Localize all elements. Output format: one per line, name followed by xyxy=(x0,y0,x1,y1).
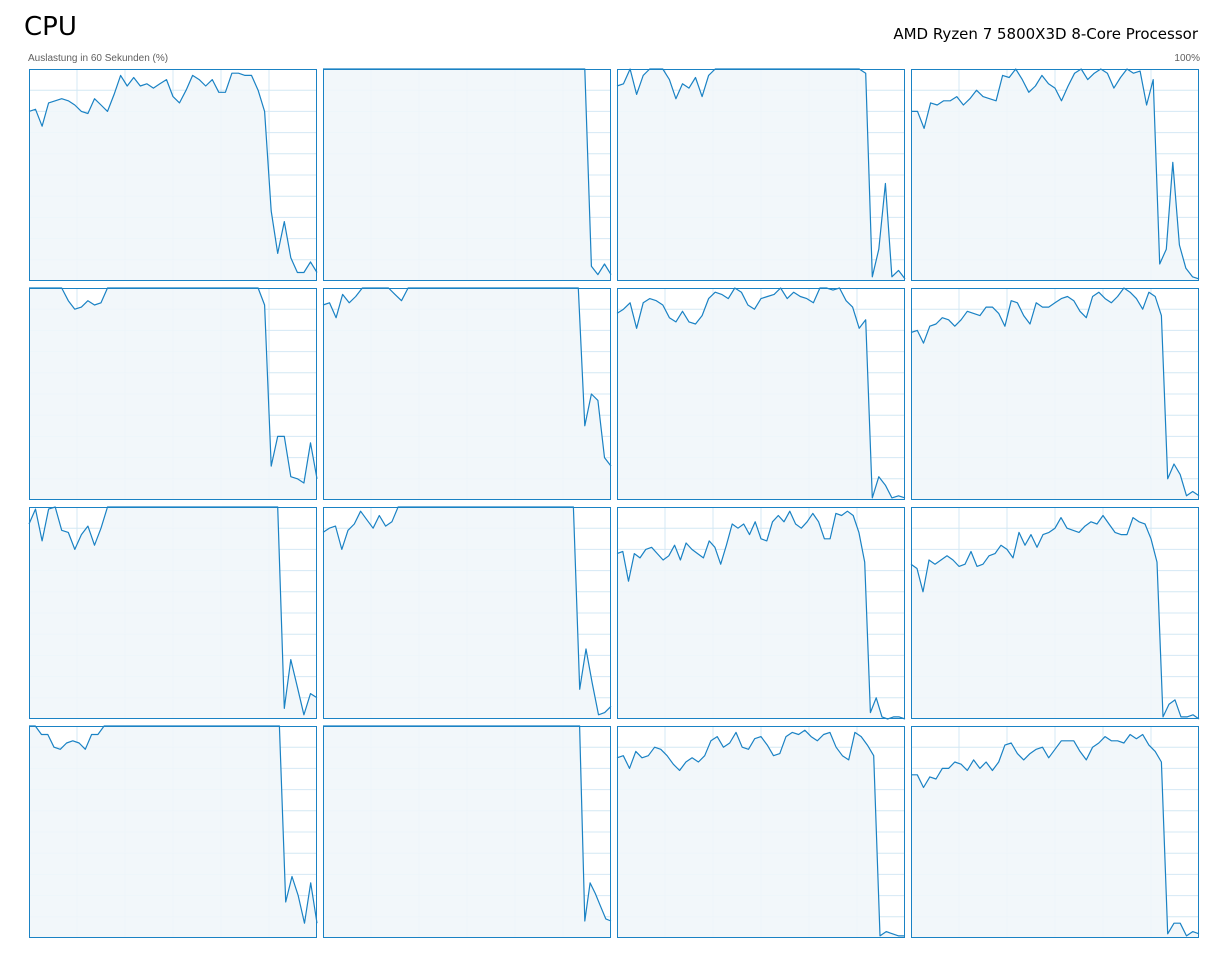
utilization-area xyxy=(29,726,317,938)
core-graph-7 xyxy=(910,287,1200,500)
core-graph-15 xyxy=(911,726,1200,938)
core-graph-4 xyxy=(29,287,318,500)
core-graph-5 xyxy=(322,287,612,500)
core-graph-14 xyxy=(616,726,905,938)
cpu-core-grid xyxy=(28,68,1200,938)
core-graph-10 xyxy=(616,507,906,720)
core-graph-13 xyxy=(323,725,612,938)
core-graph-8 xyxy=(28,506,318,719)
utilization-area xyxy=(323,726,611,938)
utilization-area xyxy=(323,288,611,500)
core-graph-11 xyxy=(910,507,1200,720)
utilization-area xyxy=(617,730,905,938)
core-graph-0 xyxy=(28,69,318,281)
utilization-area xyxy=(323,69,611,281)
core-graph-1 xyxy=(323,68,612,281)
core-graph-9 xyxy=(322,506,612,719)
core-graph-12 xyxy=(29,725,318,938)
utilization-area xyxy=(323,507,611,719)
core-graph-6 xyxy=(616,287,906,500)
core-graph-2 xyxy=(616,68,906,281)
utilization-area xyxy=(911,734,1199,938)
core-graph-3 xyxy=(911,68,1200,281)
utilization-area xyxy=(617,69,905,281)
